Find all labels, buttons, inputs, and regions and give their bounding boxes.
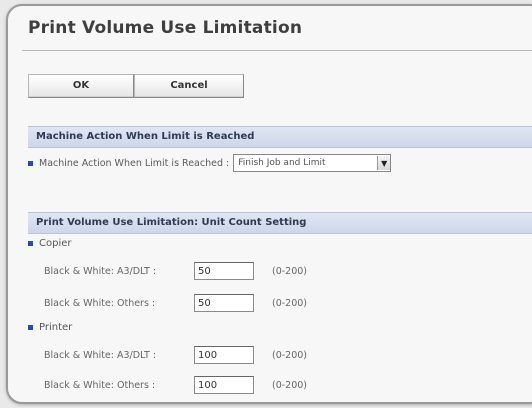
section-header-machine-action: Machine Action When Limit is Reached — [28, 126, 532, 148]
printer-bw-a3-row: Black & White: A3/DLT : (0-200) — [44, 346, 307, 364]
printer-bw-a3-label: Black & White: A3/DLT : — [44, 349, 157, 361]
copier-bw-others-label: Black & White: Others : — [44, 297, 156, 309]
printer-bw-others-range: (0-200) — [272, 379, 308, 391]
printer-bw-a3-input[interactable] — [194, 346, 254, 364]
title-divider — [22, 50, 532, 51]
page-title: Print Volume Use Limitation — [28, 18, 303, 38]
bullet-icon — [28, 160, 33, 166]
printer-label: Printer — [39, 322, 73, 333]
bullet-icon — [28, 241, 33, 246]
printer-bw-a3-range: (0-200) — [272, 349, 308, 361]
machine-action-select-value: Finish Job and Limit — [238, 158, 326, 168]
copier-label: Copier — [39, 238, 72, 249]
printer-group: Printer — [28, 322, 72, 333]
copier-bw-others-range: (0-200) — [272, 297, 308, 309]
section-header-unit-count: Print Volume Use Limitation: Unit Count … — [28, 212, 532, 234]
button-bar: OK Cancel — [28, 74, 244, 98]
copier-bw-a3-row: Black & White: A3/DLT : (0-200) — [44, 262, 307, 280]
machine-action-select[interactable]: Finish Job and Limit ▼ — [233, 154, 392, 172]
copier-bw-a3-input[interactable] — [194, 262, 254, 280]
machine-action-label: Machine Action When Limit is Reached : — [39, 157, 230, 169]
copier-bw-a3-label: Black & White: A3/DLT : — [44, 265, 157, 277]
copier-group: Copier — [28, 238, 72, 249]
printer-bw-others-row: Black & White: Others : (0-200) — [44, 376, 307, 394]
machine-action-row: Machine Action When Limit is Reached : F… — [28, 154, 392, 172]
copier-bw-others-row: Black & White: Others : (0-200) — [44, 294, 307, 312]
copier-bw-others-input[interactable] — [194, 294, 254, 312]
ok-button[interactable]: OK — [28, 74, 134, 98]
printer-bw-others-label: Black & White: Others : — [44, 379, 156, 391]
copier-bw-a3-range: (0-200) — [272, 265, 308, 277]
printer-bw-others-input[interactable] — [194, 376, 254, 394]
cancel-button[interactable]: Cancel — [134, 74, 244, 98]
bullet-icon — [28, 325, 33, 330]
settings-panel: Print Volume Use Limitation OK Cancel Ma… — [6, 4, 532, 404]
chevron-down-icon[interactable]: ▼ — [377, 156, 391, 170]
